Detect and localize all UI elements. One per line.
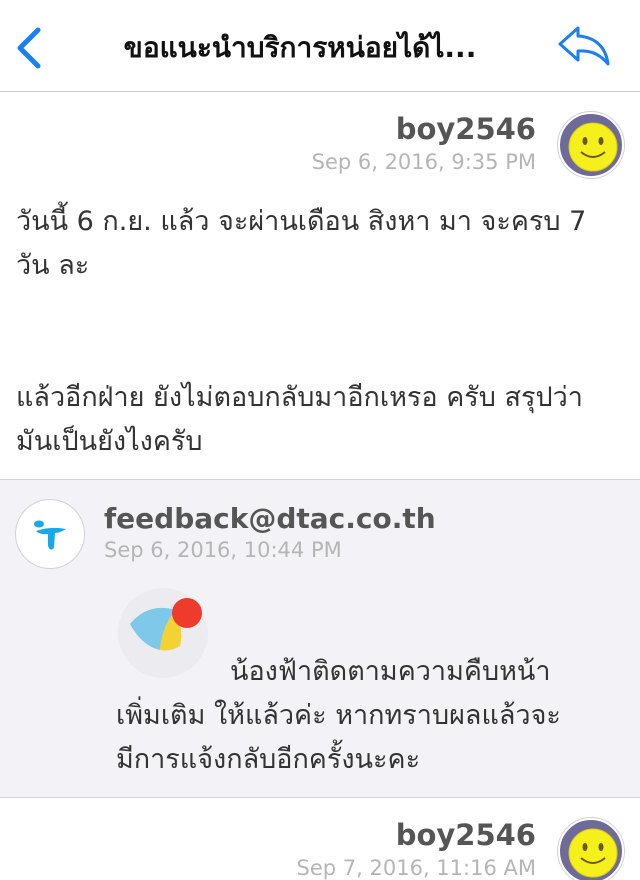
navigation-bar: ขอแนะนำบริการหน่อยได้ไ... xyxy=(0,0,640,92)
message-body-line: น้องฟ้าติดตามความคืบหน้า xyxy=(230,656,551,687)
message-date: Sep 6, 2016, 10:44 PM xyxy=(104,538,342,562)
message-date: Sep 6, 2016, 9:35 PM xyxy=(311,150,536,174)
message-item[interactable]: boy2546 Sep 6, 2016, 9:35 PM วันนี้ 6 ก.… xyxy=(0,92,640,480)
page-title: ขอแนะนำบริการหน่อยได้ไ... xyxy=(123,31,477,64)
message-item[interactable]: boy2546 Sep 7, 2016, 11:16 AM xyxy=(0,798,640,880)
avatar[interactable] xyxy=(558,818,624,880)
message-date: Sep 7, 2016, 11:16 AM xyxy=(296,856,536,880)
smiley-face-icon xyxy=(568,122,618,172)
sender-name: feedback@dtac.co.th xyxy=(104,502,436,535)
nongfa-logo-icon xyxy=(118,588,208,678)
chevron-left-icon xyxy=(17,27,41,69)
smiley-face-icon xyxy=(568,828,618,878)
message-body-line: เพิ่มเติม ให้แล้วค่ะ หากทราบผลแล้วจะ xyxy=(116,700,561,731)
avatar[interactable] xyxy=(558,112,624,178)
sender-name: boy2546 xyxy=(395,818,536,852)
message-body-line: มีการแจ้งกลับอีกครั้งนะคะ xyxy=(116,744,421,775)
avatar[interactable] xyxy=(16,500,84,568)
sender-name: boy2546 xyxy=(395,112,536,146)
dtac-logo-icon xyxy=(34,520,66,550)
message-item[interactable]: feedback@dtac.co.th Sep 6, 2016, 10:44 P… xyxy=(0,480,640,798)
reply-button[interactable] xyxy=(556,24,612,68)
reply-arrow-icon xyxy=(558,26,610,66)
message-body-paragraph: วันนี้ 6 ก.ย. แล้ว จะผ่านเดือน สิงหา มา … xyxy=(16,206,587,281)
message-body-paragraph: แล้วอีกฝ่าย ยังไม่ตอบกลับมาอีกเหรอ ครับ … xyxy=(16,382,583,457)
back-button[interactable] xyxy=(10,24,50,72)
